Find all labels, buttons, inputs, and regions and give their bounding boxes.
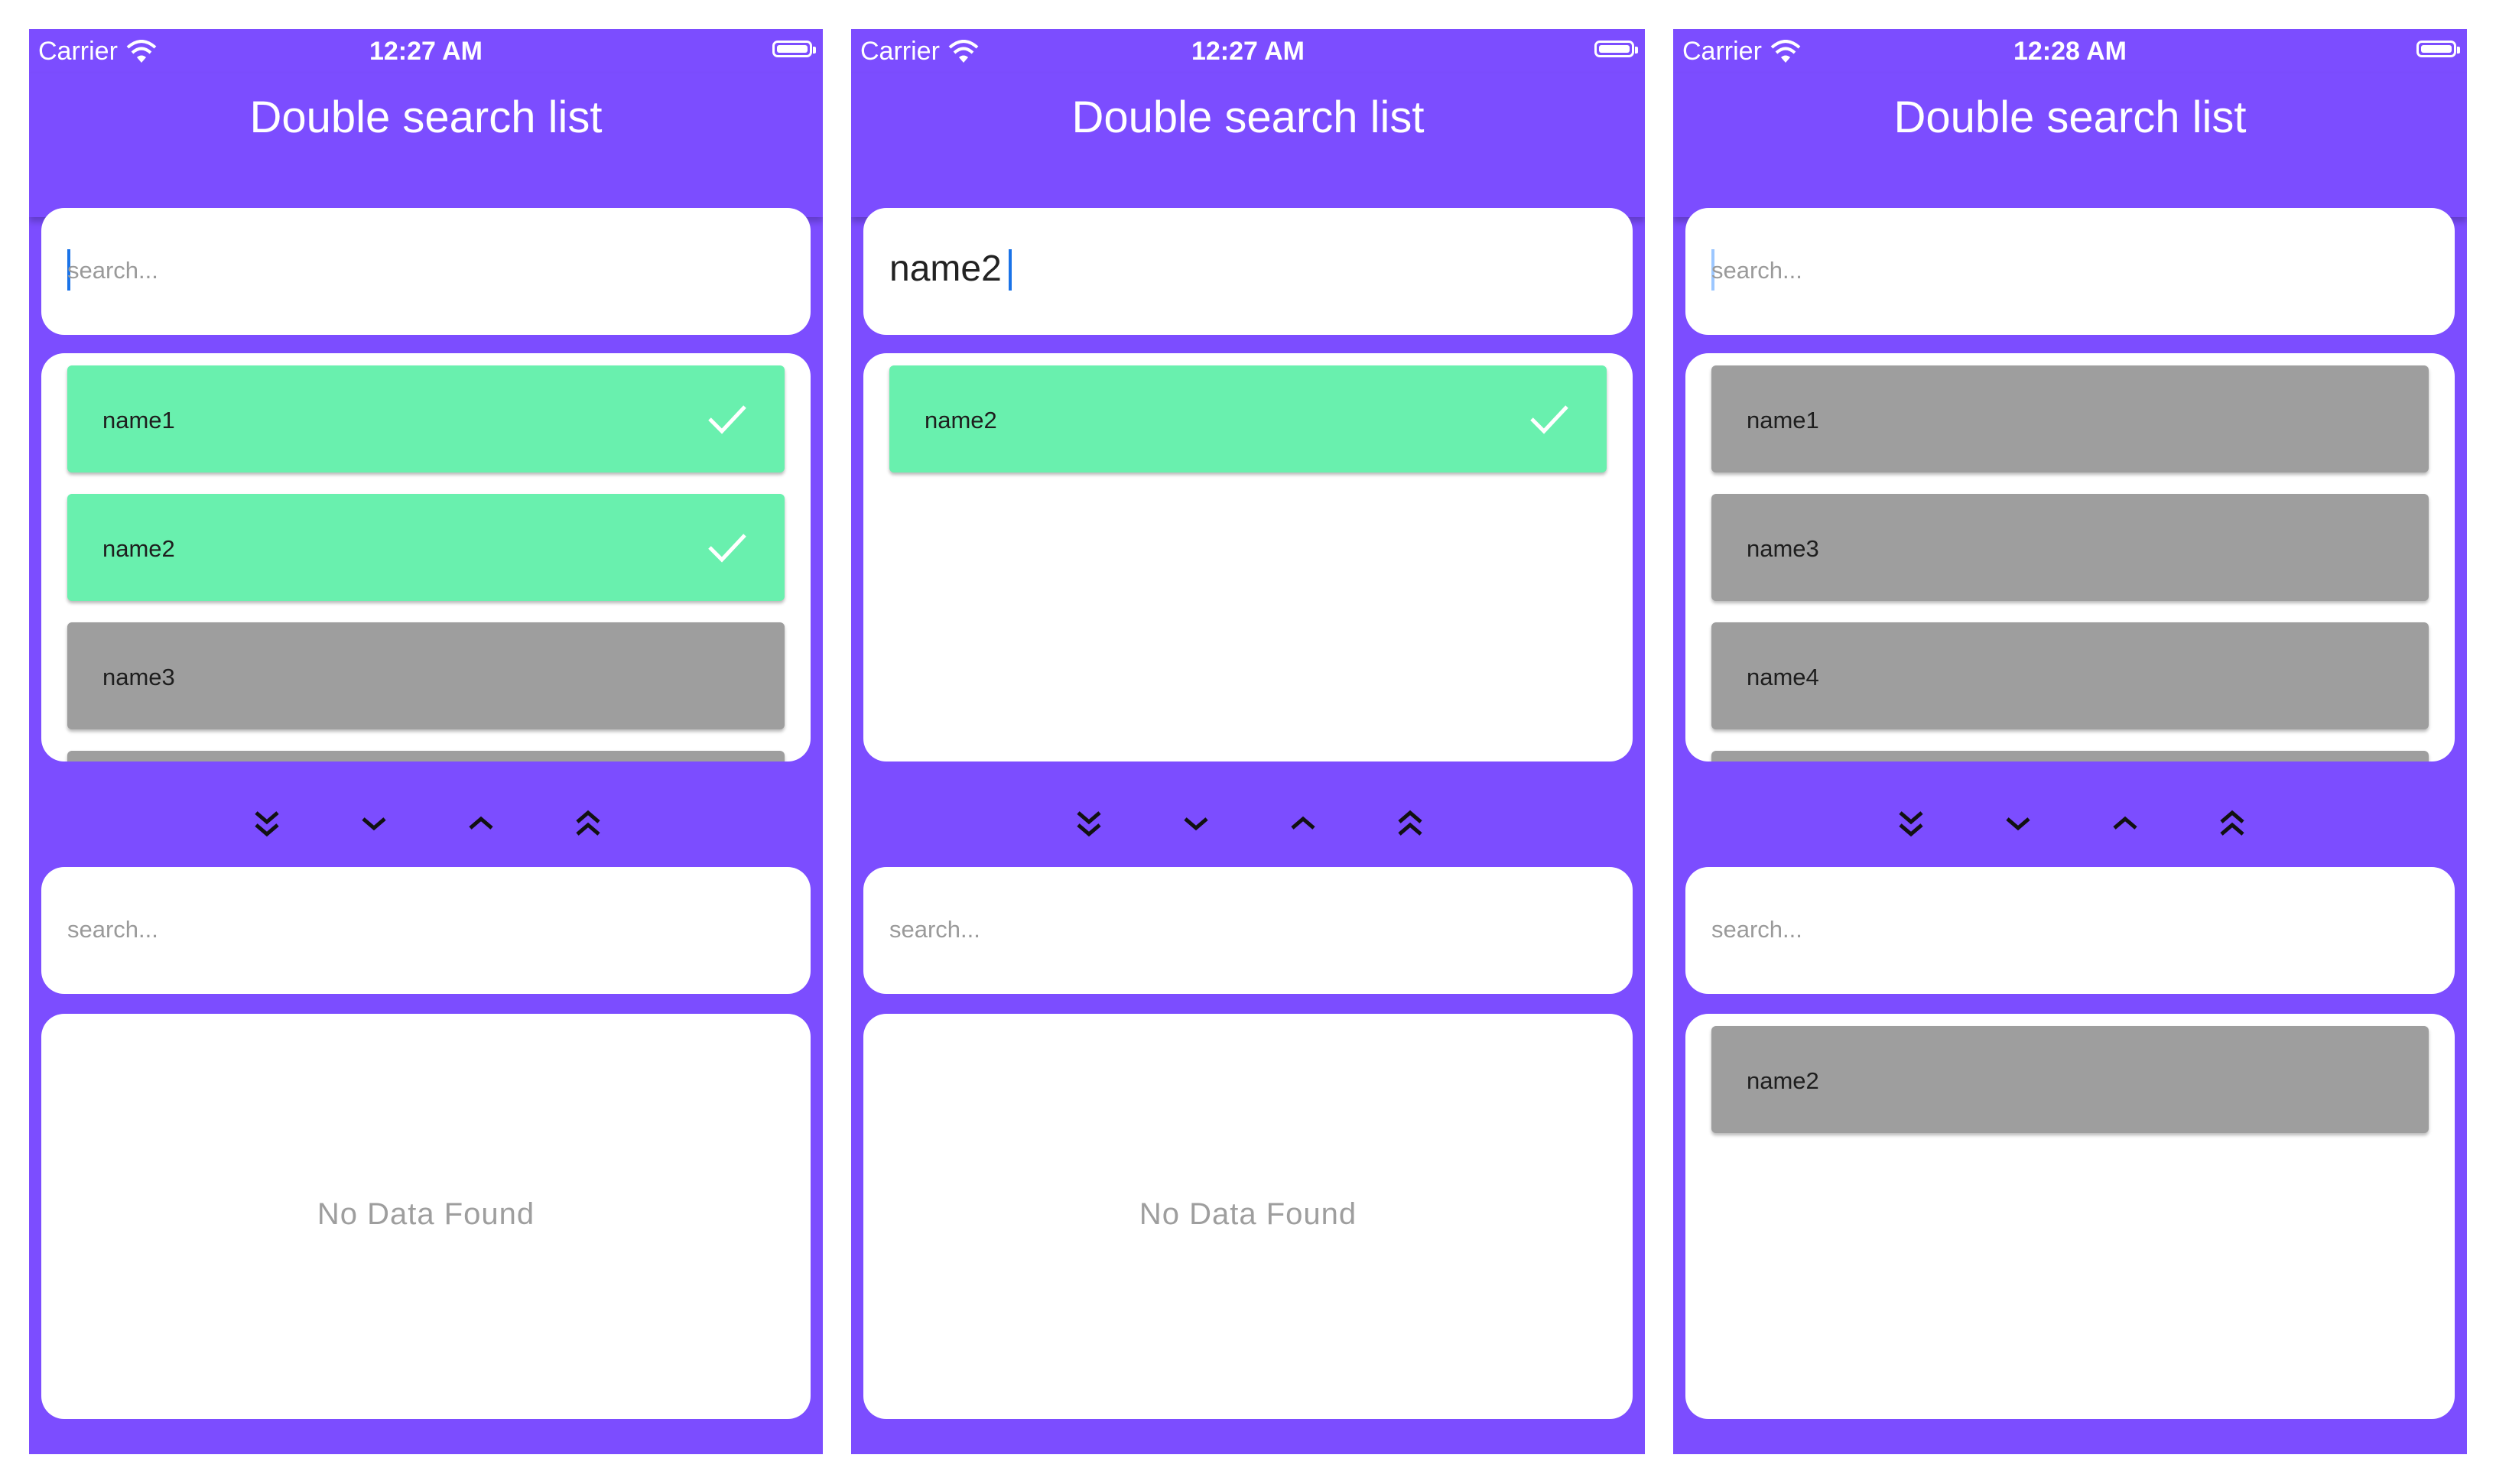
screen-2: Carrier 12:27 AM Double search list name… [851,29,1645,1454]
text-cursor [1009,249,1012,291]
list-item[interactable]: name4 [1711,622,2429,729]
empty-state-text: No Data Found [1139,1197,1357,1231]
page-title: Double search list [1893,93,2247,142]
chevrons-up-icon[interactable] [567,802,609,845]
app-bar: Double search list [851,73,1645,217]
screen-1: Carrier 12:27 AM Double search list sear… [29,29,823,1454]
transfer-buttons [851,796,1645,849]
bottom-search-input[interactable]: search... [1685,867,2455,994]
status-time: 12:27 AM [1191,37,1305,66]
status-bar: Carrier 12:27 AM [851,29,1645,73]
bottom-list[interactable]: No Data Found [863,1014,1633,1419]
list-item[interactable]: name2 [67,494,785,601]
chevron-up-icon[interactable] [2104,802,2147,845]
chevron-up-icon[interactable] [460,802,502,845]
list-item[interactable]: name3 [67,622,785,729]
battery-icon [772,41,816,57]
list-item-label: name4 [1747,664,1819,690]
battery-icon [2416,41,2460,57]
list-item-partial[interactable] [1711,751,2429,761]
check-icon [1530,405,1568,434]
list-item-label: name2 [1747,1067,1819,1094]
chevrons-down-icon[interactable] [1890,802,1932,845]
screen-3: Carrier 12:28 AM Double search list sear… [1673,29,2467,1454]
chevrons-down-icon[interactable] [245,802,288,845]
bottom-search-input[interactable]: search... [41,867,811,994]
status-time: 12:28 AM [2013,37,2127,66]
top-search-value: name2 [889,248,1002,289]
top-list[interactable]: name1 name3 name4 [1685,353,2455,761]
top-search-placeholder: search... [67,257,158,284]
list-item[interactable]: name2 [1711,1026,2429,1133]
chevron-up-icon[interactable] [1282,802,1324,845]
chevrons-up-icon[interactable] [2211,802,2254,845]
list-item[interactable]: name1 [67,365,785,472]
check-icon [708,534,746,563]
top-search-input[interactable]: search... [41,208,811,335]
page-title: Double search list [249,93,603,142]
bottom-search-placeholder: search... [889,916,980,943]
list-item-label: name2 [925,407,997,434]
chevron-down-icon[interactable] [353,802,395,845]
list-item-label: name3 [102,664,175,690]
top-search-input[interactable]: name2 [863,208,1633,335]
check-icon [708,405,746,434]
list-item[interactable]: name3 [1711,494,2429,601]
status-time: 12:27 AM [369,37,483,66]
bottom-search-input[interactable]: search... [863,867,1633,994]
bottom-list[interactable]: No Data Found [41,1014,811,1419]
page-title: Double search list [1071,93,1425,142]
top-search-input[interactable]: search... [1685,208,2455,335]
transfer-buttons [29,796,823,849]
chevrons-up-icon[interactable] [1389,802,1432,845]
app-bar: Double search list [29,73,823,217]
chevron-down-icon[interactable] [1175,802,1217,845]
list-item-partial[interactable] [67,751,785,761]
bottom-search-placeholder: search... [67,916,158,943]
list-item-label: name3 [1747,535,1819,562]
list-item[interactable]: name1 [1711,365,2429,472]
list-item[interactable]: name2 [889,365,1607,472]
bottom-search-placeholder: search... [1711,916,1802,943]
bottom-list[interactable]: name2 [1685,1014,2455,1419]
app-bar: Double search list [1673,73,2467,217]
list-item-label: name1 [1747,407,1819,434]
status-bar: Carrier 12:28 AM [1673,29,2467,73]
top-list[interactable]: name1 name2 name3 [41,353,811,761]
empty-state-text: No Data Found [317,1197,535,1231]
chevron-down-icon[interactable] [1997,802,2039,845]
list-item-label: name2 [102,535,175,562]
chevrons-down-icon[interactable] [1068,802,1110,845]
status-bar: Carrier 12:27 AM [29,29,823,73]
battery-icon [1594,41,1638,57]
top-list[interactable]: name2 [863,353,1633,761]
list-item-label: name1 [102,407,175,434]
top-search-placeholder: search... [1711,257,1802,284]
transfer-buttons [1673,796,2467,849]
